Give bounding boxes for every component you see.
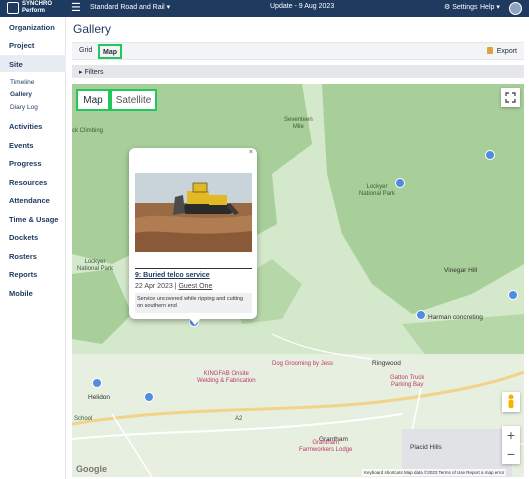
sidebar-item-site[interactable]: Site [9,60,23,69]
map-label-line: Farmworkers Lodge [299,447,353,453]
sidebar-item-progress[interactable]: Progress [9,159,42,168]
fullscreen-icon [505,92,516,103]
map-marker[interactable] [508,290,518,300]
settings-button[interactable]: ⚙ Settings [444,3,478,11]
map-label: Harman concreting [428,314,483,321]
google-logo: Google [76,464,107,474]
map-label-line: Gatton Truck [390,375,425,381]
map-label-line: Parking Bay [391,382,424,388]
help-label: Help [480,4,495,11]
sidebar-item-mobile[interactable]: Mobile [9,289,33,298]
filters-toggle[interactable]: ▸ Filters [72,65,524,78]
zoom-control: + − [502,426,520,464]
update-selector[interactable]: Update - 9 Aug 2023 [270,3,334,10]
fullscreen-button[interactable] [501,88,520,107]
pegman-icon [508,394,514,408]
sidebar-item-time-usage[interactable]: Time & Usage [9,215,58,224]
map-marker[interactable] [92,378,102,388]
popup-author-link[interactable]: Guest One [178,283,212,290]
map-marker[interactable] [395,178,405,188]
map-label: Lockyer National Park [77,259,113,273]
popup-divider [135,268,252,269]
sidebar-item-events[interactable]: Events [9,141,34,150]
close-icon[interactable]: × [249,149,253,156]
export-icon [486,47,493,54]
export-label: Export [496,48,517,55]
page-title: Gallery [73,22,112,36]
sidebar-item-reports[interactable]: Reports [9,270,37,279]
map-label: Placid Hills [410,444,442,451]
export-button[interactable]: Export [486,47,517,55]
popup-title-link[interactable]: 9: Buried telco service [135,272,210,279]
sidebar-item-organization[interactable]: Organization [9,23,55,32]
project-name: Standard Road and Rail [90,4,165,11]
map-type-map-button[interactable]: Map [76,89,110,111]
map-label: Lockyer National Park [359,184,395,198]
sidebar-subitem-gallery[interactable]: Gallery [10,91,32,98]
map-label-line: KINGFAB Onsite [203,371,249,377]
hamburger-icon[interactable]: ☰ [71,2,81,14]
site-photo-bulldozer[interactable] [135,173,252,252]
photo-info-popup: × 9: Buried telco service 22 Apr 2023 | … [129,148,257,319]
filters-label: Filters [84,69,104,76]
map-label-line: Grantham [312,440,340,446]
map-label: Seventeen Mile [284,117,313,131]
map-label-line: Welding & Fabrication [197,378,256,384]
site-photo-image [135,173,252,252]
tab-map[interactable]: Map [98,44,122,59]
caret-right-icon: ▸ [79,69,83,76]
sidebar-subitem-diary-log[interactable]: Diary Log [10,104,38,111]
map-label: Ringwood [372,360,401,367]
map-label: ck Climbing [72,128,104,134]
project-selector[interactable]: Standard Road and Rail ▾ [90,3,170,11]
popup-date: 22 Apr 2023 [135,283,173,290]
map-label: Dog Grooming by Jess [272,361,334,367]
map-label-line: National Park [359,191,396,197]
logo-text-line1: SYNCHRO [22,1,53,7]
sidebar-item-resources[interactable]: Resources [9,178,47,187]
sidebar: Organization Project Site Timeline Galle… [0,17,66,479]
map-label-line: Seventeen [284,117,313,123]
sidebar-item-activities[interactable]: Activities [9,122,42,131]
logo-text: SYNCHRO Perform [22,1,52,15]
sidebar-item-dockets[interactable]: Dockets [9,233,38,242]
top-bar: SYNCHRO Perform ☰ Standard Road and Rail… [0,0,529,17]
map-label-line: Lockyer [84,259,106,265]
map-label-line: National Park [77,266,114,272]
popup-meta: 22 Apr 2023 | Guest One [135,283,212,290]
map-marker[interactable] [144,392,154,402]
logo-text-line2: Perform [22,8,46,14]
popup-description: Service uncovered while ripping and cutt… [135,293,252,313]
map-label-line: Mile [292,124,304,130]
map-label: Grantham Farmworkers Lodge [299,440,352,454]
gear-icon: ⚙ [444,4,451,11]
map-label: Gatton Truck Parking Bay [390,375,424,389]
map-attribution[interactable]: Keyboard shortcuts Map data ©2023 Terms … [362,469,507,476]
map-label-line: Lockyer [366,184,388,190]
map-marker[interactable] [416,310,426,320]
help-menu[interactable]: Help ▾ [480,3,500,11]
view-tabbar: Grid Map Export [72,42,524,60]
update-label: Update - 9 Aug 2023 [270,3,335,10]
map-label: School [74,416,93,422]
map-label: KINGFAB Onsite Welding & Fabrication [197,371,256,385]
map-marker[interactable] [485,150,495,160]
sidebar-item-project[interactable]: Project [9,41,34,50]
zoom-out-button[interactable]: − [502,445,520,464]
zoom-in-button[interactable]: + [502,426,520,445]
map-label: Helidon [88,394,111,401]
map-type-satellite-button[interactable]: Satellite [110,89,157,111]
user-avatar[interactable] [509,2,522,15]
synchro-logo-icon [7,2,19,14]
sidebar-item-rosters[interactable]: Rosters [9,252,37,261]
tab-grid[interactable]: Grid [79,47,92,54]
sidebar-subitem-timeline[interactable]: Timeline [10,79,34,86]
street-view-pegman-button[interactable] [502,392,520,412]
sidebar-item-attendance[interactable]: Attendance [9,196,50,205]
map-label: Vinegar Hill [444,267,478,274]
map-view[interactable]: ck Climbing Seventeen Mile Lockyer Nationa… [72,84,524,477]
popup-tail [189,318,201,325]
map-label: A2 [235,416,243,422]
settings-label: Settings [452,4,478,11]
